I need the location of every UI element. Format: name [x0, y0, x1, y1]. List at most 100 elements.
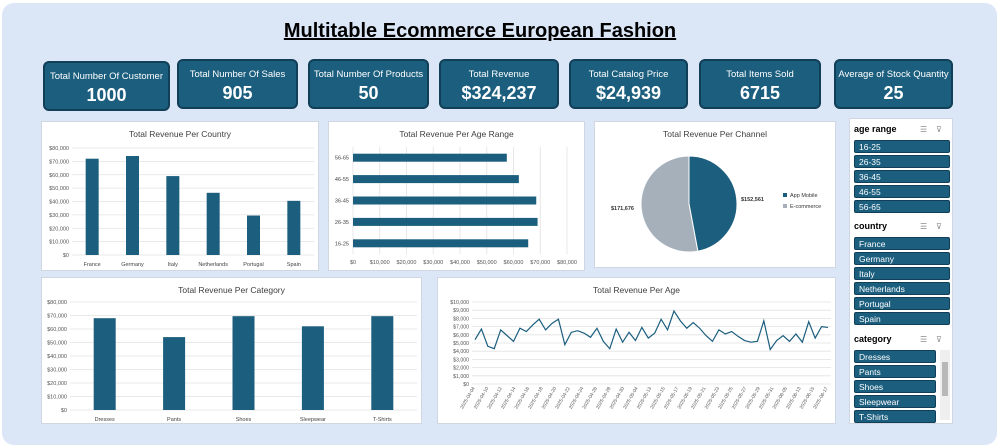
- bar: [206, 192, 220, 255]
- y-tick-label: 56-65: [335, 156, 349, 162]
- y-tick-label: $20,000: [47, 381, 67, 387]
- slicer-category: category ☰ ⊽ Dresses Pants Shoes Sleepwear T…: [854, 332, 950, 423]
- y-tick-label: $9,000: [453, 308, 469, 314]
- x-tick-label: $0: [350, 260, 356, 266]
- y-tick-label: $0: [463, 382, 469, 388]
- x-tick-label: $10,000: [370, 260, 390, 266]
- x-tick-label: Spain: [287, 262, 301, 268]
- y-tick-label: $80,000: [49, 146, 69, 152]
- x-tick-label: T-Shirts: [373, 417, 392, 423]
- kpi-value: 6715: [739, 83, 781, 103]
- slicer-item[interactable]: 36-45: [854, 170, 950, 183]
- slicer-item[interactable]: France: [854, 237, 950, 250]
- kpi-card: Total Catalog Price $24,939: [569, 59, 688, 109]
- y-tick-label: $80,000: [47, 300, 67, 306]
- y-tick-label: $6,000: [453, 333, 469, 339]
- chart-svg: $0 $10,000 $20,000 $30,000 $40,000 $50,000 $60…: [47, 300, 417, 423]
- x-tick-label: $50,000: [477, 260, 497, 266]
- y-tick-label: $4,000: [453, 349, 469, 355]
- x-tick-label: Germany: [121, 262, 144, 268]
- y-tick-label: $8,000: [453, 316, 469, 322]
- slicer-title: age range: [854, 124, 897, 134]
- y-tick-label: $50,000: [49, 186, 69, 192]
- legend-swatch: [783, 204, 787, 208]
- slicer-item[interactable]: Spain: [854, 312, 950, 325]
- kpi-value: $24,939: [595, 83, 662, 103]
- chart-revenue-per-category: Total Revenue Per Category $0 $10,000 $20,…: [41, 277, 422, 424]
- slicer-item[interactable]: Dresses: [854, 350, 936, 363]
- x-tick-label: $80,000: [557, 260, 577, 266]
- legend-label: App Mobile: [790, 193, 818, 199]
- multi-select-icon[interactable]: ☰: [920, 335, 927, 344]
- bar: [166, 176, 180, 255]
- x-tick-label: France: [84, 262, 101, 268]
- scrollbar-thumb[interactable]: [942, 362, 948, 396]
- data-label: $152,561: [741, 197, 764, 203]
- y-tick-label: 36-45: [335, 199, 349, 205]
- data-label: $171,676: [611, 206, 634, 212]
- chart-revenue-per-age-range: Total Revenue Per Age Range $0 $10,000 $20…: [328, 121, 585, 271]
- bar: [247, 215, 260, 255]
- y-tick-label: $60,000: [47, 327, 67, 333]
- x-tick-label: Sleepwear: [300, 417, 326, 423]
- bar: [353, 153, 507, 162]
- y-tick-label: 26-35: [335, 220, 349, 226]
- kpi-value: $324,237: [461, 83, 537, 103]
- clear-filter-icon[interactable]: ⊽: [936, 222, 942, 231]
- slicer-item[interactable]: Sleepwear: [854, 395, 936, 408]
- y-tick-label: $0: [63, 253, 69, 259]
- slicer-title: category: [854, 334, 892, 344]
- y-tick-label: $40,000: [49, 200, 69, 206]
- y-tick-label: $3,000: [453, 357, 469, 363]
- chart-revenue-per-channel: Total Revenue Per Channel $152,561 $171,6…: [594, 121, 836, 268]
- clear-filter-icon[interactable]: ⊽: [936, 335, 942, 344]
- slicer-age-range: age range ☰ ⊽ 16-25 26-35 36-45 46-55 56-65: [854, 122, 950, 213]
- chart-revenue-per-country: Total Revenue Per Country $0 $10,000 $20,0…: [41, 121, 319, 271]
- slicer-item[interactable]: 56-65: [854, 200, 950, 213]
- chart-revenue-per-age: Total Revenue Per Age $0 $1,000 $2,000 $3,0…: [437, 277, 836, 424]
- kpi-value: 50: [358, 83, 379, 103]
- kpi-label: Total Number Of Sales: [189, 69, 286, 80]
- slicer-item[interactable]: 26-35: [854, 155, 950, 168]
- multi-select-icon[interactable]: ☰: [920, 222, 927, 231]
- slicer-item[interactable]: Germany: [854, 252, 950, 265]
- kpi-label: Total Revenue: [468, 69, 530, 80]
- y-tick-label: $10,000: [47, 395, 67, 401]
- page-title: Multitable Ecommerce European Fashion: [283, 20, 677, 42]
- y-tick-label: $10,000: [49, 240, 69, 246]
- chart-svg: $152,561 $171,676 App Mobile E-commerce: [611, 155, 821, 253]
- kpi-card: Total Items Sold 6715: [699, 59, 821, 109]
- slicer-item[interactable]: Portugal: [854, 297, 950, 310]
- slicer-panel: age range ☰ ⊽ 16-25 26-35 36-45 46-55 56-65 …: [849, 118, 953, 424]
- slicer-item[interactable]: Shoes: [854, 380, 936, 393]
- kpi-value: 905: [222, 83, 253, 103]
- y-tick-label: $70,000: [49, 159, 69, 165]
- bar: [232, 316, 255, 410]
- y-tick-label: $2,000: [453, 366, 469, 372]
- slicer-item[interactable]: 46-55: [854, 185, 950, 198]
- kpi-label: Average of Stock Quantity: [838, 69, 949, 80]
- y-tick-label: 16-25: [335, 241, 349, 247]
- y-tick-label: $20,000: [49, 226, 69, 232]
- x-tick-label: Italy: [168, 262, 178, 268]
- kpi-label: Total Number Of Products: [313, 69, 424, 80]
- clear-filter-icon[interactable]: ⊽: [936, 125, 942, 134]
- slicer-item[interactable]: Italy: [854, 267, 950, 280]
- y-tick-label: 46-55: [335, 177, 349, 183]
- x-tick-label: $60,000: [504, 260, 524, 266]
- slicer-item[interactable]: Netherlands: [854, 282, 950, 295]
- slicer-scrollbar[interactable]: [940, 350, 950, 420]
- y-tick-label: $30,000: [49, 213, 69, 219]
- slicer-item[interactable]: Pants: [854, 365, 936, 378]
- bar: [353, 239, 529, 248]
- y-tick-label: $0: [61, 408, 67, 414]
- bar: [163, 337, 186, 410]
- y-tick-label: $30,000: [47, 368, 67, 374]
- slicer-item[interactable]: 16-25: [854, 140, 950, 153]
- y-tick-label: $70,000: [47, 314, 67, 320]
- multi-select-icon[interactable]: ☰: [920, 125, 927, 134]
- slicer-item[interactable]: T-Shirts: [854, 410, 936, 423]
- x-tick-label: $20,000: [397, 260, 417, 266]
- slicer-country: country ☰ ⊽ France Germany Italy Netherland…: [854, 219, 950, 325]
- kpi-card: Average of Stock Quantity 25: [834, 59, 953, 109]
